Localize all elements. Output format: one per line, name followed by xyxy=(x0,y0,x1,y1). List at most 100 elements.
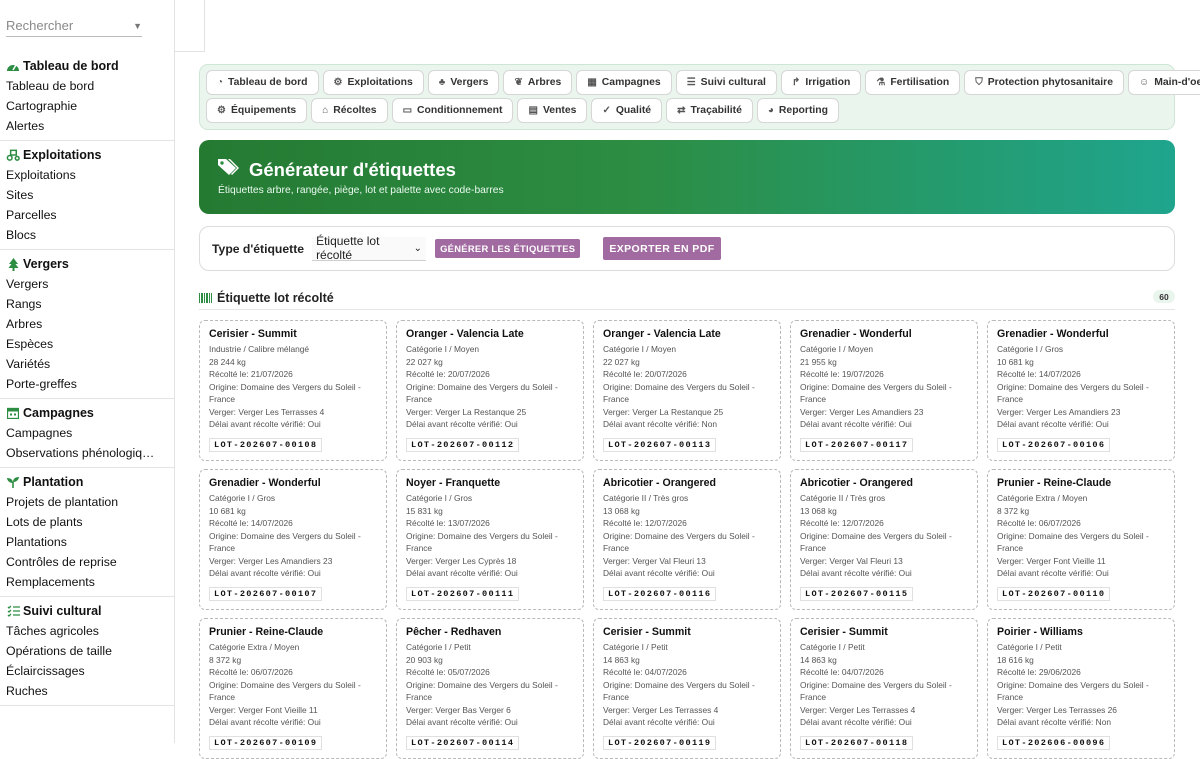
sidebar-item[interactable]: Observations phénologiq… xyxy=(0,443,174,463)
tab-fertilisation[interactable]: ⚗ Fertilisation xyxy=(865,70,961,95)
sidebar-item[interactable]: Contrôles de reprise xyxy=(0,552,174,572)
sidebar-item[interactable]: Espèces xyxy=(0,334,174,354)
lot-label-barcode: LOT-202606-00096 xyxy=(997,736,1111,750)
sidebar-item[interactable]: Éclaircissages xyxy=(0,661,174,681)
tab-traçabilité[interactable]: ⇄ Traçabilité xyxy=(666,98,753,123)
sidebar-item[interactable]: Vergers xyxy=(0,274,174,294)
lot-label-card[interactable]: Poirier - Williams Catégorie I / Petit 18 … xyxy=(987,618,1175,759)
sidebar-section-exploitations: Exploitations Exploitations Sites Parcelles… xyxy=(0,141,174,250)
sidebar-item[interactable]: Exploitations xyxy=(0,165,174,185)
lot-label-origin: Origine: Domaine des Vergers du Soleil -… xyxy=(209,381,361,405)
sidebar-item[interactable]: Lots de plants xyxy=(0,512,174,532)
lot-label-orchard: Verger: Verger Les Amandiers 23 xyxy=(800,406,924,417)
sidebar-item[interactable]: Sites xyxy=(0,185,174,205)
sidebar-item[interactable]: Porte-greffes xyxy=(0,374,174,394)
tab-ventes[interactable]: ▤ Ventes xyxy=(517,98,588,123)
lot-label-title: Pêcher - Redhaven xyxy=(406,626,502,638)
sidebar-section-header[interactable]: Campagnes xyxy=(0,403,174,423)
label-type-select[interactable]: Étiquette lot récolté ⌄ xyxy=(312,234,427,262)
lot-label-card[interactable]: Abricotier - Orangered Catégorie II / Trè… xyxy=(593,469,781,610)
tab-irrigation[interactable]: ↱ Irrigation xyxy=(780,70,862,95)
lot-label-category: Catégorie I / Petit xyxy=(406,642,471,652)
sidebar-item[interactable]: Plantations xyxy=(0,532,174,552)
sidebar-item[interactable]: Parcelles xyxy=(0,205,174,225)
page-title-wrap: Générateur d'étiquettes xyxy=(217,157,456,182)
sidebar-item[interactable]: Campagnes xyxy=(0,423,174,443)
search-box[interactable]: ▼ xyxy=(6,18,142,37)
lot-label-card[interactable]: Noyer - Franquette Catégorie I / Gros 15 8… xyxy=(396,469,584,610)
lot-label-origin: Origine: Domaine des Vergers du Soleil -… xyxy=(406,381,558,405)
sidebar-item[interactable]: Cartographie xyxy=(0,96,174,116)
sidebar-item[interactable]: Ruches xyxy=(0,681,174,701)
generate-labels-button[interactable]: GÉNÉRER LES ÉTIQUETTES xyxy=(435,239,581,258)
lot-label-category: Catégorie II / Très gros xyxy=(800,493,886,503)
lot-label-card[interactable]: Abricotier - Orangered Catégorie II / Trè… xyxy=(790,469,978,610)
lot-label-barcode: LOT-202607-00116 xyxy=(603,587,717,601)
tab-exploitations[interactable]: ⚙ Exploitations xyxy=(322,70,424,95)
sidebar-item[interactable]: Arbres xyxy=(0,314,174,334)
lot-label-origin: Origine: Domaine des Vergers du Soleil -… xyxy=(603,530,755,554)
sidebar-section-header[interactable]: Tableau de bord xyxy=(0,56,174,76)
sidebar-section-header[interactable]: Exploitations xyxy=(0,145,174,165)
sidebar-item[interactable]: Tâches agricoles xyxy=(0,621,174,641)
sidebar-section-header[interactable]: Vergers xyxy=(0,254,174,274)
lot-label-harvest-date: Récolté le: 13/07/2026 xyxy=(406,518,490,528)
lot-label-card[interactable]: Pêcher - Redhaven Catégorie I / Petit 20 9… xyxy=(396,618,584,759)
lot-label-delay-check: Délai avant récolte vérifié: Oui xyxy=(997,568,1109,578)
lot-label-category: Catégorie Extra / Moyen xyxy=(997,493,1088,503)
sidebar-item[interactable]: Alertes xyxy=(0,116,174,136)
lot-label-category: Catégorie I / Moyen xyxy=(800,344,874,354)
lot-label-delay-check: Délai avant récolte vérifié: Oui xyxy=(406,419,518,429)
tab-récoltes[interactable]: ⌂ Récoltes xyxy=(311,98,388,123)
tractor-icon: ⚙ xyxy=(333,77,343,88)
search-input[interactable] xyxy=(6,18,116,33)
lot-label-delay-check: Délai avant récolte vérifié: Oui xyxy=(997,419,1109,429)
sidebar-section-header[interactable]: Plantation xyxy=(0,472,174,492)
lot-label-card[interactable]: Grenadier - Wonderful Catégorie I / Gros 1… xyxy=(987,320,1175,461)
tab-suivi-cultural[interactable]: ☰ Suivi cultural xyxy=(675,70,777,95)
users-icon: ☺ xyxy=(1139,77,1150,88)
lot-label-card[interactable]: Prunier - Reine-Claude Catégorie Extra / … xyxy=(987,469,1175,610)
sidebar-item[interactable]: Opérations de taille xyxy=(0,641,174,661)
lot-label-card[interactable]: Cerisier - Summit Industrie / Calibre mél… xyxy=(199,320,387,461)
sidebar-item[interactable]: Variétés xyxy=(0,354,174,374)
tab-tableau-de-bord[interactable]: ◔ Tableau de bord xyxy=(206,70,319,95)
lot-label-orchard: Verger: Verger Val Fleuri 13 xyxy=(603,555,706,566)
lot-label-card[interactable]: Cerisier - Summit Catégorie I / Petit 14 8… xyxy=(593,618,781,759)
lot-label-orchard: Verger: Verger Les Terrasses 26 xyxy=(997,704,1117,715)
lot-label-card[interactable]: Oranger - Valencia Late Catégorie I / Moy… xyxy=(396,320,584,461)
sidebar-item[interactable]: Remplacements xyxy=(0,572,174,592)
sidebar-item[interactable]: Tableau de bord xyxy=(0,76,174,96)
lot-label-card[interactable]: Oranger - Valencia Late Catégorie I / Moy… xyxy=(593,320,781,461)
lot-label-card[interactable]: Grenadier - Wonderful Catégorie I / Gros 1… xyxy=(199,469,387,610)
tab-conditionnement[interactable]: ▭ Conditionnement xyxy=(391,98,514,123)
tab-qualité[interactable]: ✓ Qualité xyxy=(591,98,663,123)
sidebar-section-title: Vergers xyxy=(23,257,69,271)
tab-label: Ventes xyxy=(542,105,577,116)
tractor-icon xyxy=(6,148,20,162)
export-pdf-button[interactable]: EXPORTER EN PDF xyxy=(603,237,721,260)
lot-label-origin: Origine: Domaine des Vergers du Soleil -… xyxy=(800,679,952,703)
tab-vergers[interactable]: ♣ Vergers xyxy=(427,70,500,95)
sidebar-item[interactable]: Blocs xyxy=(0,225,174,245)
tab-reporting[interactable]: ◕ Reporting xyxy=(756,98,839,123)
lot-label-card[interactable]: Cerisier - Summit Catégorie I / Petit 14 8… xyxy=(790,618,978,759)
sidebar-section-title: Tableau de bord xyxy=(23,59,119,73)
chevron-down-icon[interactable]: ▼ xyxy=(133,21,142,31)
tab-équipements[interactable]: ⚙ Équipements xyxy=(206,98,308,123)
sidebar-item[interactable]: Projets de plantation xyxy=(0,492,174,512)
sidebar: ▼ Tableau de bordTableau de bordCartogra… xyxy=(0,0,175,743)
tab-campagnes[interactable]: ▦ Campagnes xyxy=(576,70,672,95)
lot-label-orchard: Verger: Verger Les Terrasses 4 xyxy=(800,704,916,715)
sidebar-section-header[interactable]: Suivi cultural xyxy=(0,601,174,621)
sidebar-item[interactable]: Rangs xyxy=(0,294,174,314)
tab-main-d-oeuvre[interactable]: ☺ Main-d'oeuvre xyxy=(1128,70,1200,95)
lot-label-weight: 14 863 kg xyxy=(800,654,837,665)
tab-arbres[interactable]: ❦ Arbres xyxy=(503,70,573,95)
lot-label-card[interactable]: Prunier - Reine-Claude Catégorie Extra / … xyxy=(199,618,387,759)
labels-section-header: Étiquette lot récolté 60 xyxy=(199,286,1175,310)
tab-protection-phytosanitaire[interactable]: ⛉ Protection phytosanitaire xyxy=(964,70,1124,95)
lot-label-card[interactable]: Grenadier - Wonderful Catégorie I / Moyen… xyxy=(790,320,978,461)
tractor-icon: ⚙ xyxy=(217,105,226,116)
lot-label-title: Grenadier - Wonderful xyxy=(997,328,1109,340)
